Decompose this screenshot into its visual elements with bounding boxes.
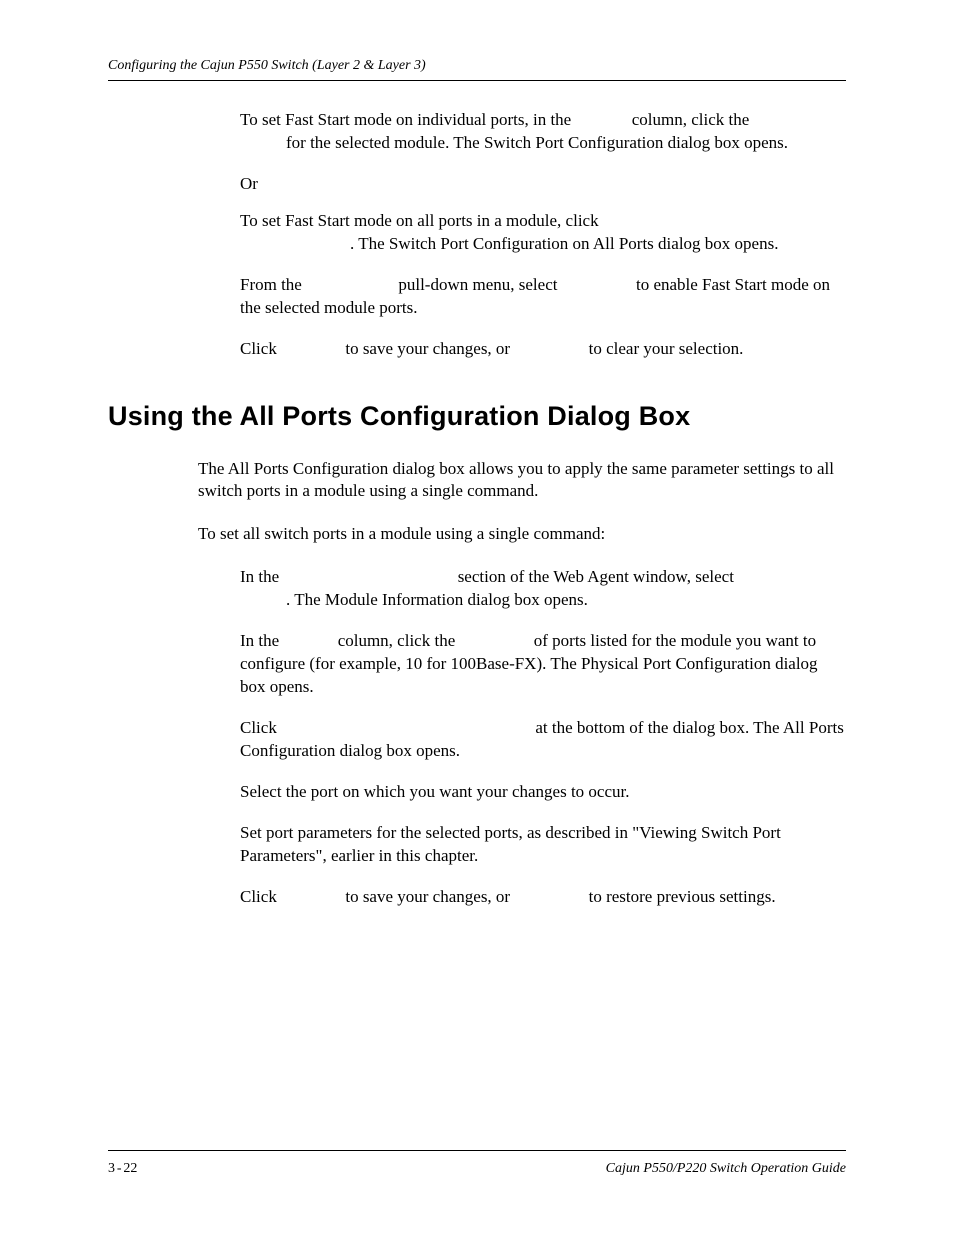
text: to clear your selection. [589, 339, 744, 358]
steps-block: In the section of the Web Agent window, … [240, 566, 846, 908]
text: of ports listed for the module you want … [240, 631, 818, 696]
step-4: Select the port on which you want your c… [240, 781, 846, 804]
para-set-individual: To set Fast Start mode on individual por… [240, 109, 846, 155]
text: Click [240, 718, 281, 737]
step-6: Click to save your changes, or to restor… [240, 886, 846, 909]
text: pull-down menu, select [398, 275, 561, 294]
header-rule [108, 80, 846, 81]
section-heading: Using the All Ports Configuration Dialog… [108, 401, 846, 432]
text: to save your changes, or [345, 339, 514, 358]
text: to save your changes, or [345, 887, 514, 906]
para-fast-start-menu: From the pull-down menu, select to enabl… [240, 274, 846, 320]
guide-title: Cajun P550/P220 Switch Operation Guide [606, 1161, 846, 1177]
text: section of the Web Agent window, select [458, 567, 738, 586]
page-num: 22 [123, 1161, 137, 1176]
text: at the bottom of the dialog box. The All… [240, 718, 844, 760]
text: column, click the [338, 631, 460, 650]
page-footer: 3-22 Cajun P550/P220 Switch Operation Gu… [108, 1150, 846, 1177]
text: To set Fast Start mode on individual por… [240, 110, 575, 129]
text: to restore previous settings. [589, 887, 776, 906]
text: . The Module Information dialog box open… [240, 589, 846, 612]
step-2: In the column, click the of ports listed… [240, 630, 846, 699]
intro-para-2: To set all switch ports in a module usin… [198, 523, 846, 546]
intro-para-1: The All Ports Configuration dialog box a… [198, 458, 846, 504]
text: column, click the [632, 110, 754, 129]
text: To set Fast Start mode on all ports in a… [240, 211, 603, 230]
para-or: Or [240, 173, 846, 196]
text: In the [240, 567, 283, 586]
text: for the selected module. The Switch Port… [240, 132, 846, 155]
body-block-top: To set Fast Start mode on individual por… [240, 109, 846, 361]
footer-rule [108, 1150, 846, 1151]
text: In the [240, 631, 283, 650]
para-apply-cancel: Click to save your changes, or to clear … [240, 338, 846, 361]
text: Click [240, 887, 281, 906]
step-1: In the section of the Web Agent window, … [240, 566, 846, 612]
step-5: Set port parameters for the selected por… [240, 822, 846, 868]
running-header: Configuring the Cajun P550 Switch (Layer… [108, 58, 846, 74]
text: From the [240, 275, 306, 294]
text: . The Switch Port Configuration on All P… [240, 233, 846, 256]
page-chapter: 3 [108, 1161, 115, 1176]
page-number: 3-22 [108, 1161, 137, 1177]
text: Click [240, 339, 281, 358]
para-set-all: To set Fast Start mode on all ports in a… [240, 210, 846, 256]
intro-block: The All Ports Configuration dialog box a… [198, 458, 846, 547]
step-3: Click at the bottom of the dialog box. T… [240, 717, 846, 763]
